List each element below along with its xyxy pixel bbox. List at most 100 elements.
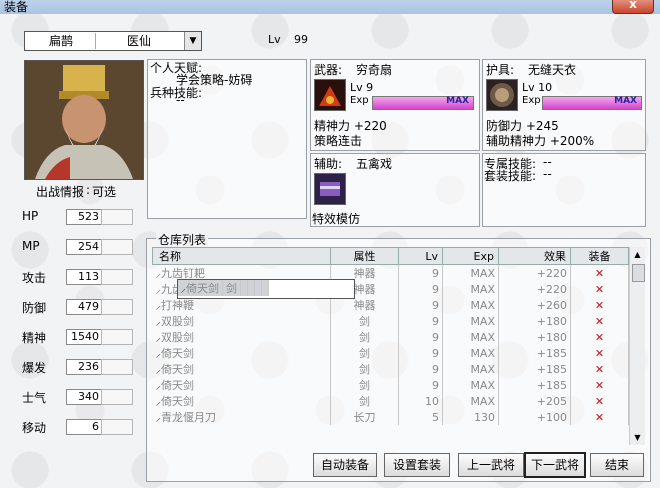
item-equip-mark[interactable]: ✕ [570,297,629,313]
table-row[interactable]: ⸝双股剑 剑 9 MAX +180 ✕ [152,329,629,345]
stat-value-morale: 340 [66,389,102,405]
stat-label-move: 移动 [22,421,47,435]
stat-value-hp: 523 [66,209,102,225]
stat-bar [101,419,133,435]
character-select[interactable]: 扁鹊 医仙 ▼ [24,31,202,51]
item-exp [247,279,255,296]
weapon-label: 武器: [314,63,343,77]
prev-general-button[interactable]: 上一武将 [458,453,524,477]
scroll-thumb[interactable] [632,264,645,282]
item-lv: 9 [398,329,443,345]
item-name: ⸝倚天剑 [177,279,223,296]
stat-bar [101,299,133,315]
stat-value-spirit: 1540 [66,329,102,345]
table-row[interactable]: ⸝倚天剑 剑 9 MAX +185 ✕ [152,361,629,377]
table-row-selected[interactable]: ⸝倚天剑 剑 [176,278,355,299]
item-equip-mark[interactable]: ✕ [570,281,629,297]
item-lv: 9 [398,297,443,313]
item-lv: 9 [398,313,443,329]
item-exp: MAX [442,313,499,329]
table-row[interactable]: ⸝倚天剑 剑 9 MAX +185 ✕ [152,377,629,393]
stat-value-attack: 113 [66,269,102,285]
stat-bar [101,329,133,345]
item-exp: MAX [442,264,499,281]
item-effect: +220 [498,281,571,297]
stat-value-move: 6 [66,419,102,435]
item-name: ⸝倚天剑 [152,361,331,377]
item-exp: MAX [442,345,499,361]
item-name: ⸝双股剑 [152,329,331,345]
inventory-label: 仓库列表 [156,231,209,248]
item-equip-mark[interactable]: ✕ [570,409,629,425]
armor-bonus-assist: 辅助精神力 +200% [486,134,595,148]
table-row[interactable]: ⸝倚天剑 剑 10 MAX +205 ✕ [152,393,629,409]
item-equip-mark[interactable]: ✕ [570,377,629,393]
level-label: Lv [268,33,281,46]
item-equip-mark[interactable]: ✕ [570,345,629,361]
weapon-exp-bar: MAX [372,96,474,110]
inventory-scrollbar[interactable]: ▲ ▼ [629,247,645,445]
inventory-table: 名称 属性 Lv Exp 效果 装备 ⸝九齿钉耙 神器 9 MAX +220 ✕… [152,247,629,425]
col-effect[interactable]: 效果 [498,247,571,265]
item-effect [254,279,262,296]
table-header: 名称 属性 Lv Exp 效果 装备 [152,247,629,265]
auto-equip-button[interactable]: 自动装备 [313,453,377,477]
item-attr: 剑 [330,345,399,361]
item-name: ⸝双股剑 [152,313,331,329]
table-row[interactable]: ⸝倚天剑 剑 9 MAX +185 ✕ [152,345,629,361]
item-lv [240,279,248,296]
table-row[interactable]: ⸝打神鞭 神器 9 MAX +260 ✕ [152,297,629,313]
item-equip-mark[interactable]: ✕ [570,313,629,329]
item-exp: MAX [442,281,499,297]
item-name: ⸝倚天剑 [152,393,331,409]
armor-exp-label: Exp [522,95,541,106]
chevron-down-icon[interactable]: ▼ [184,32,201,50]
set-suit-button[interactable]: 设置套装 [384,453,450,477]
item-lv: 9 [398,264,443,281]
window-title: 装备 [4,0,29,14]
table-row[interactable]: ⸝双股剑 剑 9 MAX +180 ✕ [152,313,629,329]
item-effect: +205 [498,393,571,409]
finish-button[interactable]: 结束 [590,453,644,477]
set-skill-value: -- [543,167,552,181]
col-attr[interactable]: 属性 [330,247,399,265]
col-equip[interactable]: 装备 [570,247,629,265]
item-equip-mark[interactable]: ✕ [570,329,629,345]
table-row[interactable]: ⸝青龙偃月刀 长刀 5 130 +100 ✕ [152,409,629,425]
item-exp: 130 [442,409,499,425]
next-general-button[interactable]: 下一武将 [524,452,586,478]
weapon-name: 穷奇扇 [356,63,393,77]
item-effect: +185 [498,361,571,377]
level-value: 99 [294,33,308,46]
armor-robe-icon[interactable] [486,79,518,111]
stat-value-defense: 479 [66,299,102,315]
item-effect: +185 [498,345,571,361]
item-effect: +220 [498,264,571,281]
col-lv[interactable]: Lv [398,247,443,265]
faction-field: 扁鹊 [27,33,96,49]
item-equip-mark[interactable]: ✕ [570,393,629,409]
item-lv: 10 [398,393,443,409]
item-name: ⸝倚天剑 [152,377,331,393]
item-exp: MAX [442,297,499,313]
scroll-book-icon[interactable] [314,173,346,205]
item-effect: +100 [498,409,571,425]
item-equip-mark[interactable]: ✕ [570,264,629,281]
item-exp: MAX [442,393,499,409]
armor-label: 护具: [486,63,515,77]
item-attr: 剑 [330,329,399,345]
item-equip-mark[interactable] [261,279,269,296]
col-exp[interactable]: Exp [442,247,499,265]
close-button[interactable]: x [612,0,654,14]
weapon-exp-label: Exp [350,95,369,106]
scroll-up-icon[interactable]: ▲ [630,247,645,262]
item-equip-mark[interactable]: ✕ [570,361,629,377]
col-name[interactable]: 名称 [152,247,331,265]
stat-label-morale: 士气 [22,391,47,405]
armor-exp-max: MAX [614,96,637,106]
item-effect: +180 [498,313,571,329]
item-lv: 5 [398,409,443,425]
item-effect: +260 [498,297,571,313]
fan-icon[interactable] [314,79,346,111]
scroll-down-icon[interactable]: ▼ [630,430,645,445]
